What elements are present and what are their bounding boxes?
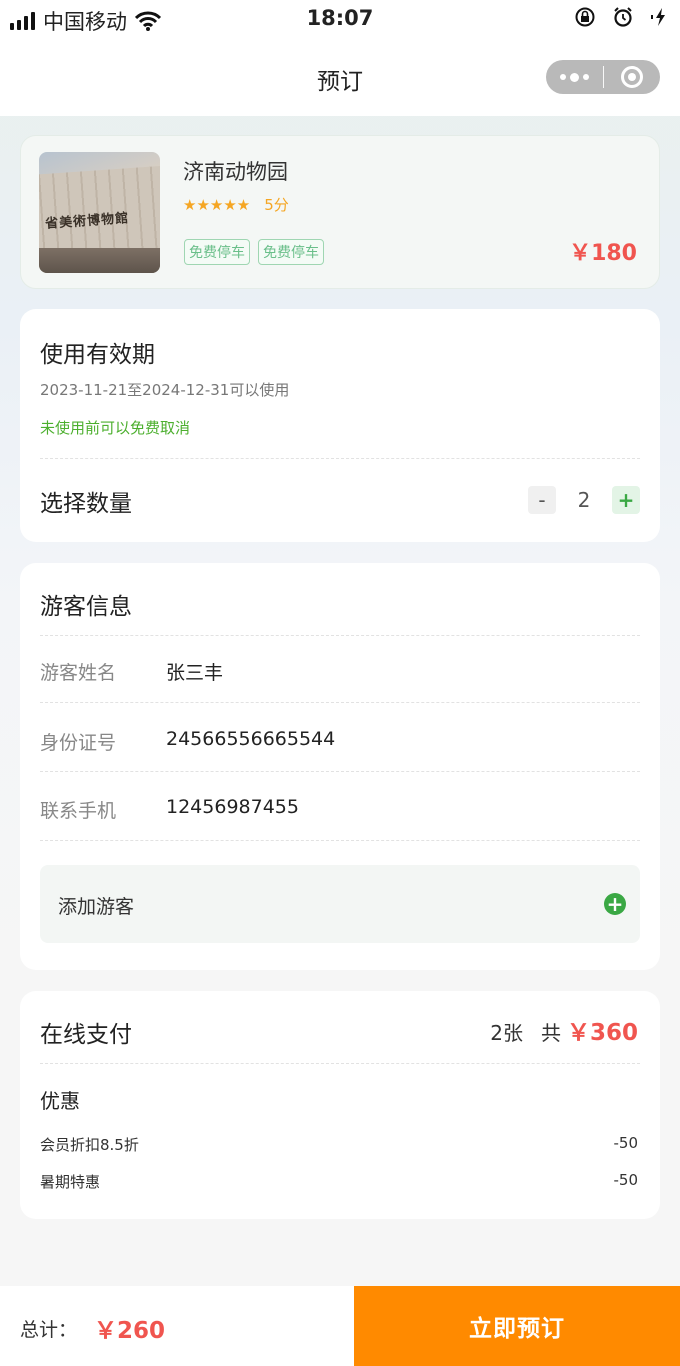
add-visitor-label: 添加游客 [58,896,135,918]
tag: 免费停车 [258,239,324,265]
grand-total: ￥260 [94,1318,166,1344]
phone-label: 联系手机 [40,800,117,822]
payment-summary: 2张 共 ￥360 [490,1013,638,1047]
total-label: 总计： [20,1319,78,1341]
discount-title: 优惠 [40,1089,80,1113]
cancel-note: 未使用前可以免费取消 [40,419,191,437]
visitor-name-label: 游客姓名 [40,662,117,684]
rotation-lock-icon [575,7,595,27]
id-number-label: 身份证号 [40,732,117,754]
tag: 免费停车 [184,239,250,265]
divider [40,702,640,703]
divider [40,635,640,636]
charging-icon [651,8,665,26]
book-now-button[interactable]: 立即预订 [354,1286,680,1366]
star-rating-icons: ★★★★★ [183,195,251,214]
validity-card: 使用有效期 2023-11-21至2024-12-31可以使用 未使用前可以免费… [20,309,660,542]
payment-title: 在线支付 [40,1022,132,1048]
divider [40,458,640,459]
discount-amount: -50 [613,1134,639,1152]
visitor-title: 游客信息 [40,594,132,620]
product-name: 济南动物园 [183,160,288,184]
product-card[interactable]: 省美術博物館 济南动物园 ★★★★★ 5分 免费停车 免费停车 ￥180 [20,135,660,289]
divider [40,840,640,841]
add-visitor-button[interactable]: 添加游客 + [40,865,640,943]
quantity-label: 选择数量 [40,491,132,517]
bottom-bar: 总计： ￥260 立即预订 [0,1286,680,1366]
discount-name: 暑期特惠 [40,1173,101,1191]
rating: ★★★★★ 5分 [183,194,289,215]
validity-title: 使用有效期 [40,342,155,368]
validity-date-range: 2023-11-21至2024-12-31可以使用 [40,381,290,399]
status-bar: 中国移动 18:07 [0,0,680,38]
discount-name: 会员折扣8.5折 [40,1136,139,1154]
miniprogram-capsule [546,60,660,94]
more-icon[interactable] [546,72,603,82]
discount-amount: -50 [613,1171,639,1189]
ticket-count: 2张 [490,1021,523,1045]
product-price: ￥180 [569,241,637,266]
payment-total: ￥360 [566,1020,638,1046]
discount-row: 暑期特惠 -50 [40,1171,638,1192]
product-image: 省美術博物館 [39,152,160,273]
decrease-button[interactable]: - [528,486,556,514]
increase-button[interactable]: + [612,486,640,514]
nav-bar: 预订 [0,38,680,116]
total-prefix: 共 [540,1021,561,1045]
divider [40,771,640,772]
status-right [574,6,670,28]
capsule-divider [603,66,604,88]
product-tags: 免费停车 免费停车 [184,239,324,265]
id-number-field[interactable]: 24566556665544 [166,728,335,750]
discount-row: 会员折扣8.5折 -50 [40,1134,638,1155]
alarm-icon [614,7,632,27]
visitor-card: 游客信息 游客姓名 张三丰 身份证号 24566556665544 联系手机 1… [20,563,660,970]
divider [40,1063,640,1064]
phone-field[interactable]: 12456987455 [166,796,299,818]
close-miniprogram-icon[interactable] [604,66,660,88]
quantity-stepper: - 2 + [528,486,640,514]
visitor-name-field[interactable]: 张三丰 [166,658,223,685]
add-icon[interactable]: + [604,893,626,915]
quantity-value: 2 [577,488,591,512]
rating-score: 5分 [264,196,289,214]
payment-card: 在线支付 2张 共 ￥360 优惠 会员折扣8.5折 -50 暑期特惠 -50 [20,991,660,1219]
